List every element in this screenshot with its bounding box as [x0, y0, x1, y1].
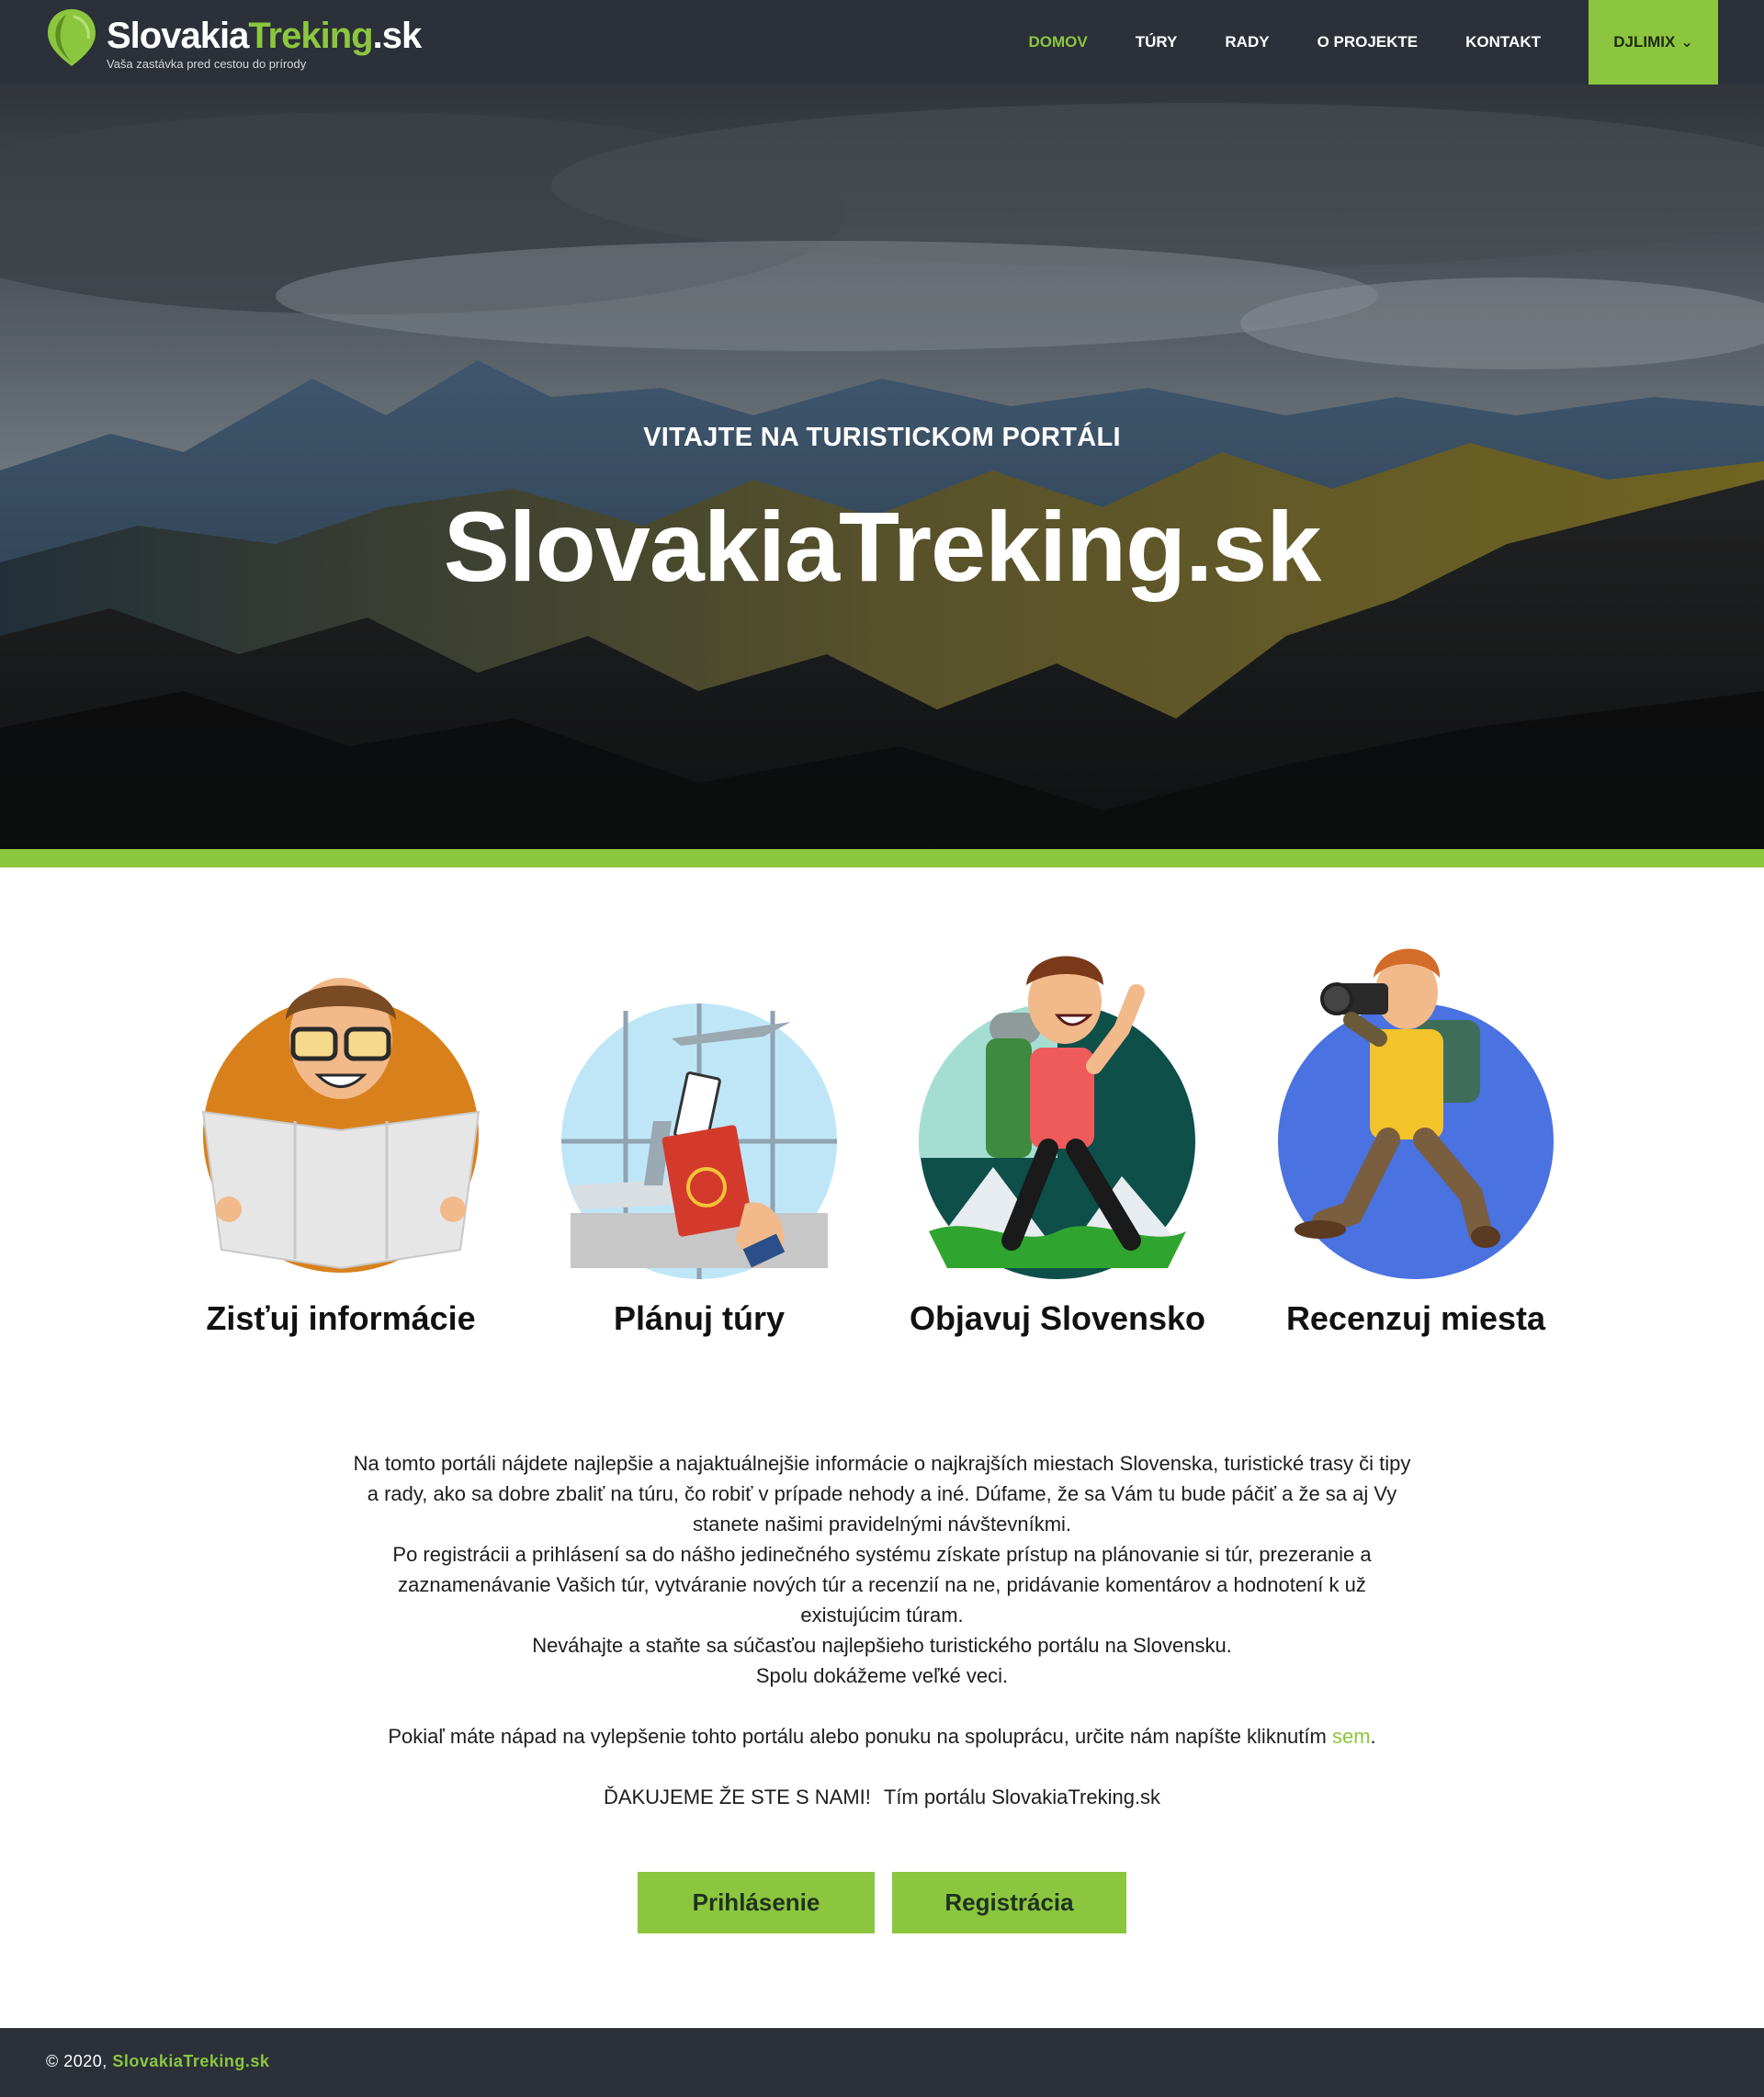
about-p2-line2: zaznamenávanie Vašich túr, vytváranie no…: [398, 1573, 1366, 1596]
feature-recenzuj-miesta: Recenzuj miesta: [1237, 937, 1595, 1338]
about-thanks: ĎAKUJEME ŽE STE S NAMI! Tím portálu Slova…: [276, 1782, 1488, 1812]
register-button[interactable]: Registrácia: [892, 1872, 1126, 1933]
hero-subtitle: VITAJTE NA TURISTICKOM PORTÁLI: [643, 423, 1121, 452]
nav-item-domov[interactable]: DOMOV: [1029, 33, 1088, 51]
footer-site-link[interactable]: SlovakiaTreking.sk: [112, 2052, 269, 2070]
team-signature: Tím portálu SlovakiaTreking.sk: [883, 1785, 1161, 1808]
reading-map-icon: [201, 978, 481, 1273]
nav-item-rady[interactable]: RADY: [1225, 33, 1269, 51]
feature-planuj-tury: Plánuj túry: [520, 937, 878, 1338]
chevron-down-icon: ⌄: [1680, 35, 1693, 51]
navbar: SlovakiaTreking.sk Vaša zastávka pred ce…: [0, 0, 1764, 85]
nav-item-o-projekte[interactable]: O PROJEKTE: [1317, 33, 1419, 51]
thanks-text: ĎAKUJEME ŽE STE S NAMI!: [603, 1785, 871, 1808]
logo-part-slovakia: Slovakia: [107, 16, 249, 56]
login-button[interactable]: Prihlásenie: [638, 1872, 875, 1933]
site-logo[interactable]: SlovakiaTreking.sk Vaša zastávka pred ce…: [46, 7, 450, 77]
about-contact: Pokiaľ máte nápad na vylepšenie tohto po…: [276, 1721, 1488, 1751]
feature-label: Plánuj túry: [613, 1299, 786, 1337]
about-p1-line2: a rady, ako sa dobre zbaliť na túru, čo …: [367, 1482, 1397, 1505]
about-p2-line3: existujúcim túram.: [800, 1604, 964, 1627]
hiker-icon: [918, 956, 1195, 1279]
nav-item-tury[interactable]: TÚRY: [1136, 33, 1178, 51]
logo-part-treking: Treking: [248, 16, 373, 56]
contact-link[interactable]: sem: [1332, 1725, 1371, 1748]
hero-banner: VITAJTE NA TURISTICKOM PORTÁLI SlovakiaT…: [0, 85, 1764, 849]
footer-copyright: © 2020, SlovakiaTreking.sk: [46, 2052, 269, 2071]
passport-ticket-icon: [561, 1003, 837, 1279]
photographer-icon: [1278, 948, 1554, 1279]
feature-label: Zisťuj informácie: [206, 1299, 476, 1337]
contact-text: Pokiaľ máte nápad na vylepšenie tohto po…: [388, 1725, 1332, 1748]
about-text: Na tomto portáli nájdete najlepšie a naj…: [276, 1448, 1488, 1812]
feature-label: Objavuj Slovensko: [909, 1299, 1206, 1337]
feature-zistuj-informacie: Zisťuj informácie: [162, 937, 520, 1338]
mountain-landscape-image: [0, 85, 1764, 849]
logo-part-sk: .sk: [372, 16, 423, 56]
logo-tagline: Vaša zastávka pred cestou do prírody: [107, 57, 307, 71]
about-p1-line3: stanete našimi pravidelnými návštevníkmi…: [692, 1513, 1072, 1536]
about-p3: Neváhajte a staňte sa súčasťou najlepšie…: [532, 1634, 1232, 1657]
about-p4: Spolu dokážeme veľké veci.: [755, 1664, 1009, 1687]
copyright-text: © 2020,: [46, 2052, 113, 2070]
about-p1-line1: Na tomto portáli nájdete najlepšie a naj…: [353, 1452, 1411, 1475]
logo-wordmark: SlovakiaTreking.sk: [107, 15, 423, 57]
hero-title: SlovakiaTreking.sk: [443, 491, 1322, 602]
feature-objavuj-slovensko: Objavuj Slovensko: [878, 937, 1237, 1338]
nav-item-kontakt[interactable]: KONTAKT: [1465, 33, 1541, 51]
user-name: DJLIMIX: [1613, 33, 1676, 51]
main-nav: DOMOV TÚRY RADY O PROJEKTE KONTAKT DJLIM…: [981, 0, 1718, 85]
map-pin-logo-icon: [48, 9, 96, 66]
footer: © 2020, SlovakiaTreking.sk: [0, 2028, 1764, 2097]
user-menu-button[interactable]: DJLIMIX ⌄: [1589, 0, 1718, 85]
feature-label: Recenzuj miesta: [1285, 1299, 1546, 1337]
contact-period: .: [1370, 1725, 1376, 1748]
about-p2-line1: Po registrácii a prihlásení sa do nášho …: [392, 1543, 1372, 1566]
accent-divider: [0, 849, 1764, 867]
